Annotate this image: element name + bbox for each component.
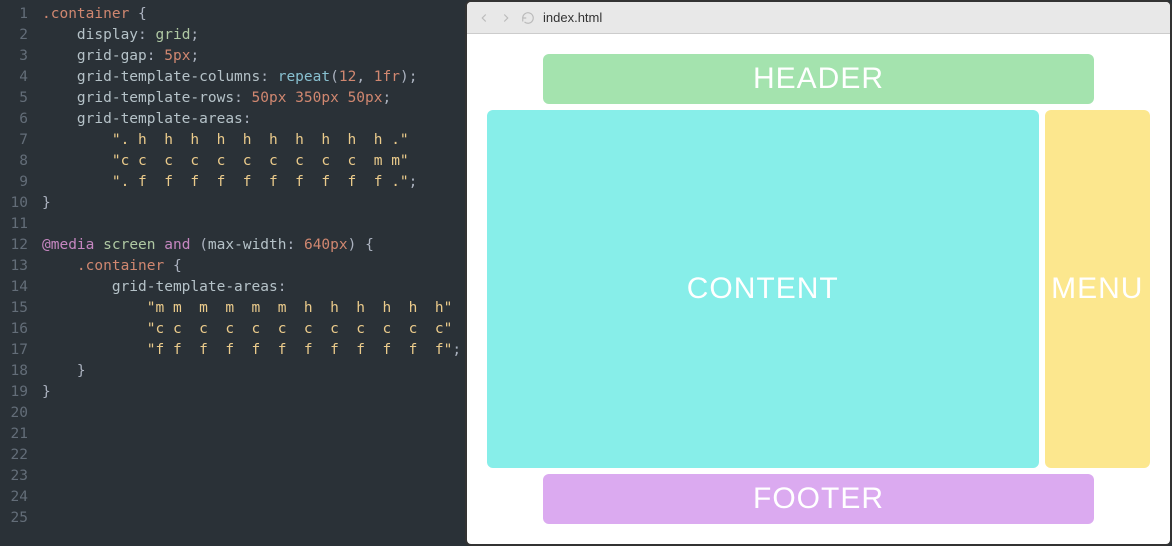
code-line[interactable]: @media screen and (max-width: 640px) { <box>42 235 465 256</box>
code-line[interactable] <box>42 214 465 235</box>
grid-area-content: CONTENT <box>487 110 1039 468</box>
line-number: 14 <box>0 277 42 298</box>
code-line[interactable]: grid-template-areas: <box>42 277 465 298</box>
line-number: 2 <box>0 25 42 46</box>
code-editor[interactable]: 1234567891011121314151617181920212223242… <box>0 0 465 546</box>
code-line[interactable]: } <box>42 361 465 382</box>
line-number: 18 <box>0 361 42 382</box>
code-line[interactable] <box>42 487 465 508</box>
line-number: 8 <box>0 151 42 172</box>
line-number: 21 <box>0 424 42 445</box>
code-line[interactable]: } <box>42 193 465 214</box>
line-number: 3 <box>0 46 42 67</box>
grid-area-header: HEADER <box>543 54 1095 104</box>
code-line[interactable]: grid-template-columns: repeat(12, 1fr); <box>42 67 465 88</box>
line-number: 17 <box>0 340 42 361</box>
code-line[interactable]: ". h h h h h h h h h h ." <box>42 130 465 151</box>
code-line[interactable]: } <box>42 382 465 403</box>
grid-area-footer: FOOTER <box>543 474 1095 524</box>
line-number: 23 <box>0 466 42 487</box>
code-line[interactable]: "c c c c c c c c c c m m" <box>42 151 465 172</box>
line-number: 11 <box>0 214 42 235</box>
line-number: 7 <box>0 130 42 151</box>
back-icon[interactable] <box>477 11 491 25</box>
preview-viewport: HEADER CONTENT MENU FOOTER <box>467 34 1170 544</box>
line-number: 1 <box>0 4 42 25</box>
code-line[interactable] <box>42 403 465 424</box>
line-number: 24 <box>0 487 42 508</box>
code-line[interactable] <box>42 424 465 445</box>
code-content[interactable]: .container { display: grid; grid-gap: 5p… <box>42 4 465 546</box>
code-line[interactable]: grid-template-rows: 50px 350px 50px; <box>42 88 465 109</box>
browser-toolbar: index.html <box>467 2 1170 34</box>
browser-preview: index.html HEADER CONTENT MENU FOOTER <box>465 0 1172 546</box>
line-number: 5 <box>0 88 42 109</box>
line-number: 15 <box>0 298 42 319</box>
line-number: 4 <box>0 67 42 88</box>
line-number: 16 <box>0 319 42 340</box>
line-number: 6 <box>0 109 42 130</box>
grid-container: HEADER CONTENT MENU FOOTER <box>487 54 1150 524</box>
forward-icon[interactable] <box>499 11 513 25</box>
url-bar-text: index.html <box>543 10 602 25</box>
line-number: 20 <box>0 403 42 424</box>
line-number-gutter: 1234567891011121314151617181920212223242… <box>0 4 42 546</box>
code-line[interactable]: "c c c c c c c c c c c c" <box>42 319 465 340</box>
line-number: 13 <box>0 256 42 277</box>
code-line[interactable]: grid-gap: 5px; <box>42 46 465 67</box>
reload-icon[interactable] <box>521 11 535 25</box>
line-number: 10 <box>0 193 42 214</box>
line-number: 12 <box>0 235 42 256</box>
code-line[interactable] <box>42 508 465 529</box>
code-line[interactable] <box>42 445 465 466</box>
line-number: 9 <box>0 172 42 193</box>
line-number: 22 <box>0 445 42 466</box>
code-line[interactable]: ". f f f f f f f f f f ."; <box>42 172 465 193</box>
code-line[interactable]: .container { <box>42 256 465 277</box>
line-number: 19 <box>0 382 42 403</box>
code-line[interactable]: display: grid; <box>42 25 465 46</box>
code-line[interactable]: "f f f f f f f f f f f f"; <box>42 340 465 361</box>
code-line[interactable]: "m m m m m m h h h h h h" <box>42 298 465 319</box>
code-line[interactable] <box>42 466 465 487</box>
grid-area-menu: MENU <box>1045 110 1151 468</box>
line-number: 25 <box>0 508 42 529</box>
code-line[interactable]: .container { <box>42 4 465 25</box>
code-line[interactable]: grid-template-areas: <box>42 109 465 130</box>
